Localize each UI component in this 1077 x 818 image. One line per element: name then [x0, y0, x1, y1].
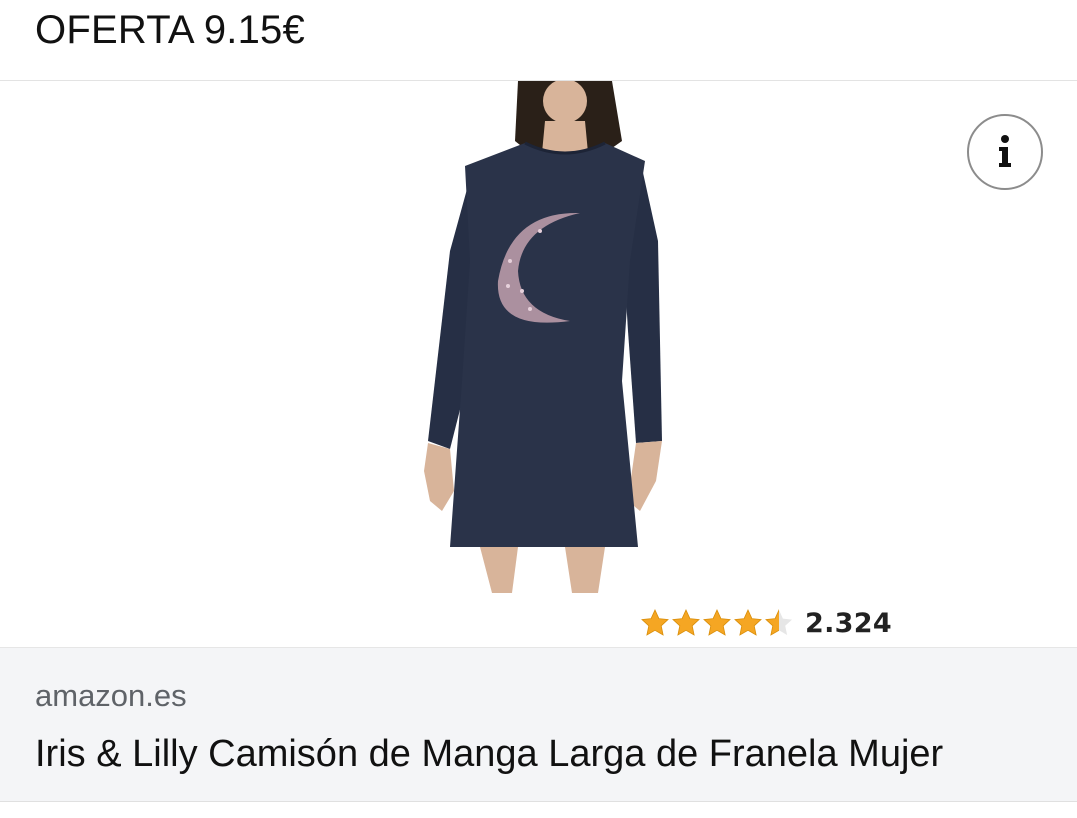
- star-icon: [734, 609, 762, 636]
- star-icon: [672, 609, 700, 636]
- star-rating: [640, 608, 795, 638]
- rating-count: 2.324: [805, 607, 892, 639]
- product-title[interactable]: Iris & Lilly Camisón de Manga Larga de F…: [35, 732, 943, 776]
- star-icon: [703, 609, 731, 636]
- rating: 2.324: [640, 603, 892, 643]
- star-icon: [765, 609, 792, 636]
- offer-price-title: OFERTA 9.15€: [35, 8, 305, 52]
- offer-header: OFERTA 9.15€: [0, 0, 1077, 81]
- result-footer[interactable]: amazon.es Iris & Lilly Camisón de Manga …: [0, 647, 1077, 802]
- info-button[interactable]: [967, 114, 1043, 190]
- star-icon: [641, 609, 669, 636]
- info-icon: [999, 135, 1011, 167]
- product-photo[interactable]: [400, 81, 680, 647]
- product-image-area[interactable]: 2.324: [0, 81, 1077, 647]
- source-domain[interactable]: amazon.es: [35, 678, 187, 714]
